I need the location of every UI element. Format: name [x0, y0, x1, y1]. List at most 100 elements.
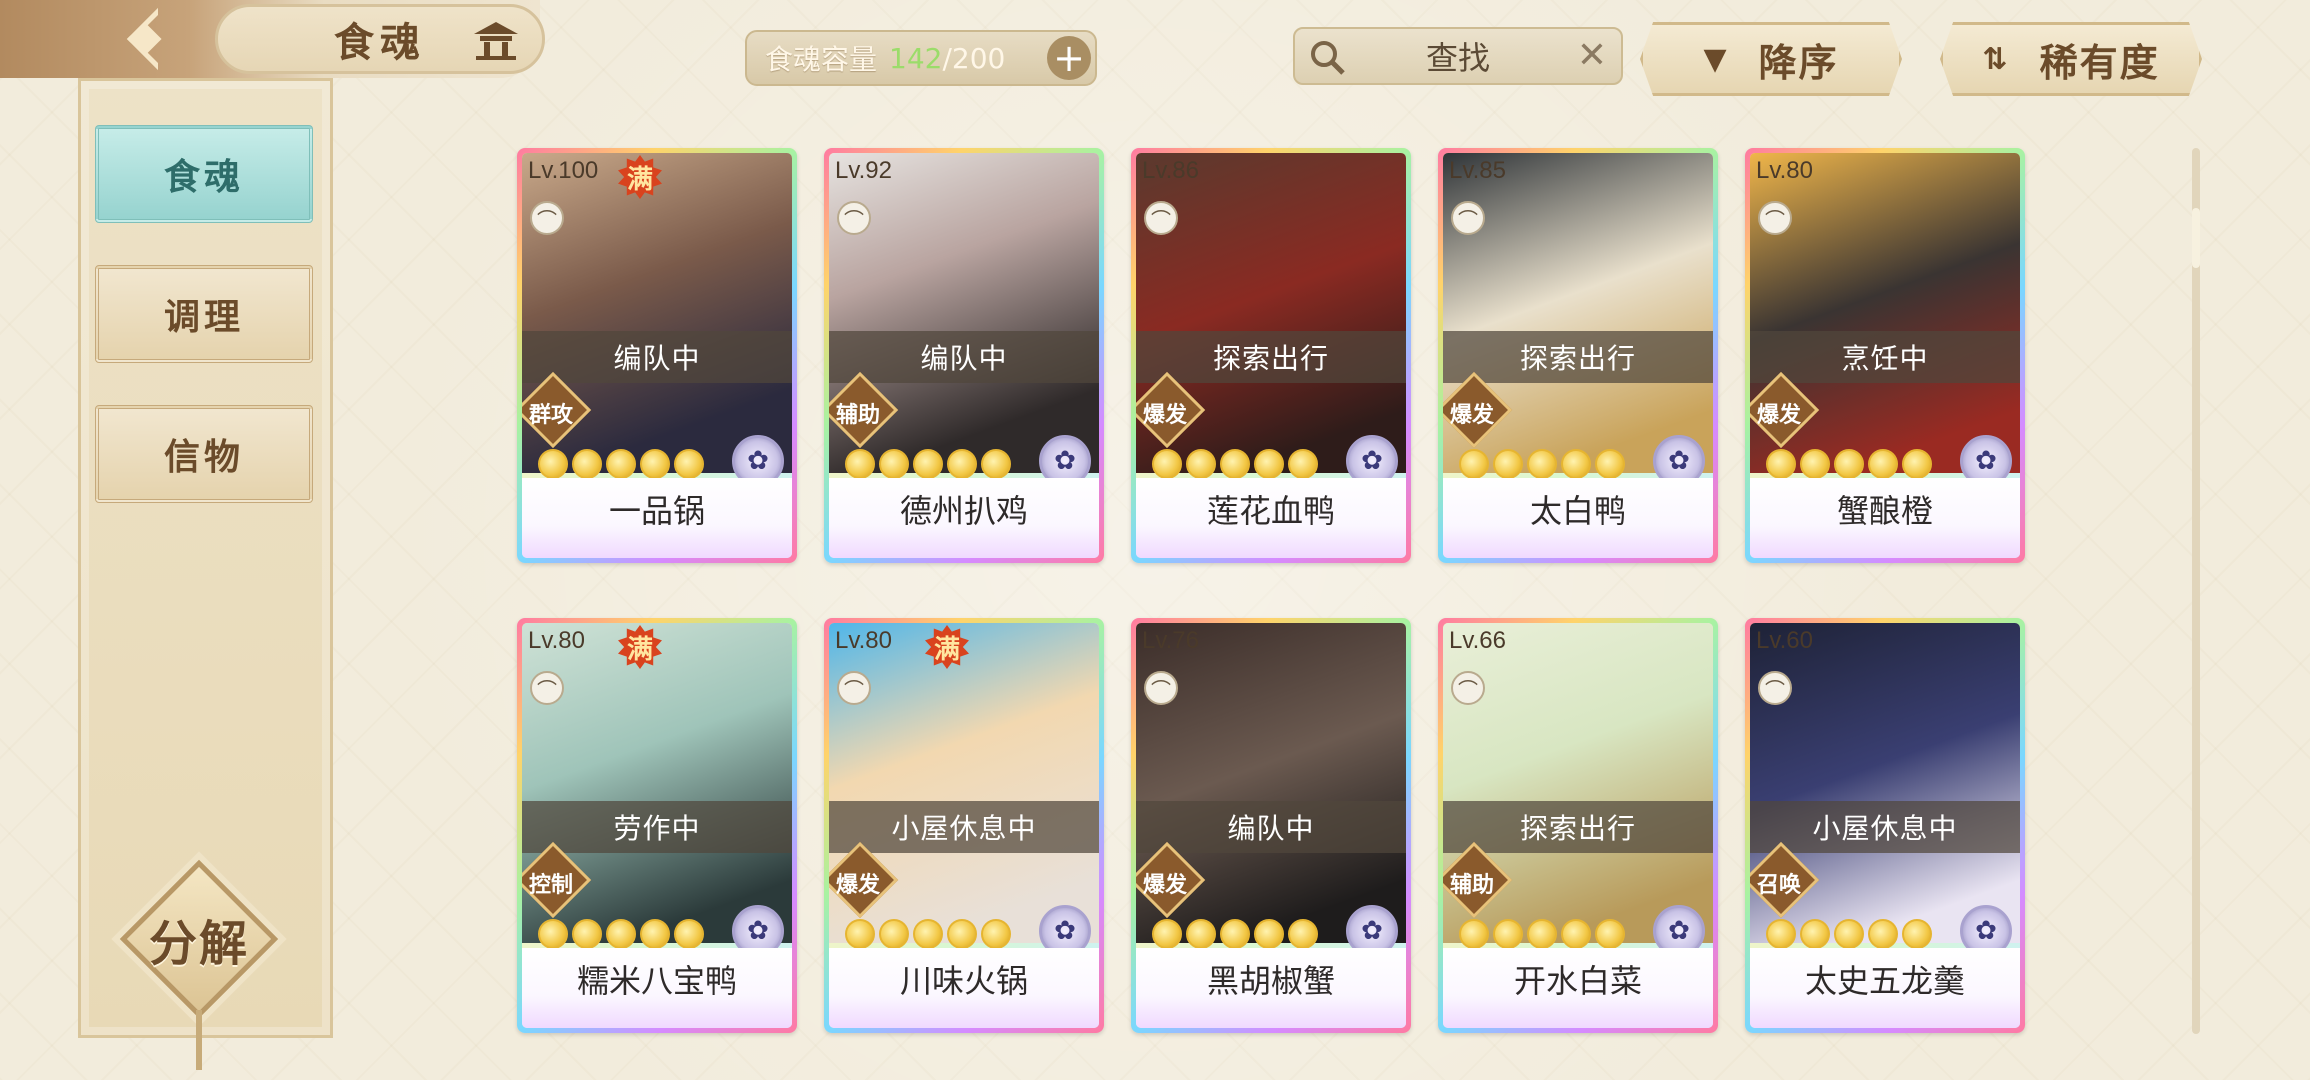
- role-label: 爆发: [1142, 403, 1187, 428]
- card-status: 劳作中: [522, 801, 792, 853]
- sort-field-label: 稀有度: [2039, 40, 2160, 85]
- capacity-separator: /: [942, 41, 952, 75]
- star-icon: [1186, 449, 1216, 479]
- capacity-label: 食魂容量: [765, 43, 878, 76]
- card-name: 糯米八宝鸭: [522, 948, 792, 1028]
- food-soul-card[interactable]: Lv.80 满 ⌒ 小屋休息中 爆发 ✿ 川味火锅: [824, 618, 1104, 1033]
- food-soul-card[interactable]: Lv.100 满 ⌒ 编队中 群攻 ✿ 一品锅: [517, 148, 797, 563]
- card-level: Lv.66: [1449, 627, 1506, 654]
- card-level: Lv.76: [1142, 627, 1199, 654]
- star-icon: [1595, 449, 1625, 479]
- card-level: Lv.85: [1449, 157, 1506, 184]
- star-icon: [640, 919, 670, 949]
- card-level: Lv.80: [835, 627, 892, 654]
- star-icon: [1834, 449, 1864, 479]
- card-level: Lv.100: [528, 157, 599, 184]
- card-level: Lv.80: [1756, 157, 1813, 184]
- scrollbar-thumb[interactable]: [2192, 208, 2200, 268]
- add-capacity-button[interactable]: +: [1047, 36, 1091, 80]
- star-rating: [538, 449, 704, 479]
- star-icon: [538, 449, 568, 479]
- card-status: 小屋休息中: [829, 801, 1099, 853]
- star-icon: [1527, 449, 1557, 479]
- food-soul-card[interactable]: Lv.92 ⌒ 编队中 辅助 ✿ 德州扒鸡: [824, 148, 1104, 563]
- tab-tokens[interactable]: 信物: [95, 405, 313, 503]
- leaf-icon: ⌒: [1758, 671, 1792, 705]
- back-button[interactable]: [105, 7, 195, 71]
- star-icon: [1220, 919, 1250, 949]
- star-icon: [879, 919, 909, 949]
- role-label: 辅助: [835, 403, 880, 428]
- leaf-icon: ⌒: [1144, 201, 1178, 235]
- star-icon: [1902, 449, 1932, 479]
- card-name: 一品锅: [522, 478, 792, 558]
- tab-conditioning[interactable]: 调理: [95, 265, 313, 363]
- card-body: Lv.80 满 ⌒ 劳作中 控制 ✿ 糯米八宝鸭: [522, 623, 792, 1028]
- star-rating: [1152, 449, 1318, 479]
- role-label: 辅助: [1449, 873, 1494, 898]
- search-input[interactable]: 查找 ✕: [1293, 27, 1623, 85]
- decompose-button[interactable]: 分解: [119, 859, 279, 1019]
- card-body: Lv.85 ⌒ 探索出行 爆发 ✿ 太白鸭: [1443, 153, 1713, 558]
- food-soul-card[interactable]: Lv.80 满 ⌒ 劳作中 控制 ✿ 糯米八宝鸭: [517, 618, 797, 1033]
- leaf-icon: ⌒: [1758, 201, 1792, 235]
- star-rating: [1766, 919, 1932, 949]
- star-icon: [572, 449, 602, 479]
- card-status: 烹饪中: [1750, 331, 2020, 383]
- card-level: Lv.60: [1756, 627, 1813, 654]
- star-icon: [1459, 919, 1489, 949]
- star-icon: [606, 449, 636, 479]
- role-label: 控制: [528, 873, 573, 898]
- card-name: 德州扒鸡: [829, 478, 1099, 558]
- role-label: 爆发: [835, 873, 880, 898]
- search-placeholder: 查找: [1425, 39, 1490, 77]
- star-icon: [1766, 449, 1796, 479]
- swap-icon: ⇅: [1982, 41, 2010, 77]
- capacity-current: 142: [889, 41, 943, 75]
- food-soul-card[interactable]: Lv.80 ⌒ 烹饪中 爆发 ✿ 蟹酿橙: [1745, 148, 2025, 563]
- capacity-max: 200: [951, 41, 1006, 75]
- star-icon: [981, 919, 1011, 949]
- star-icon: [947, 449, 977, 479]
- food-soul-card[interactable]: Lv.76 ⌒ 编队中 爆发 ✿ 黑胡椒蟹: [1131, 618, 1411, 1033]
- star-rating: [1152, 919, 1318, 949]
- sort-order-label: 降序: [1758, 40, 1839, 85]
- sort-field-button[interactable]: ⇅ 稀有度: [1940, 22, 2202, 96]
- star-icon: [913, 449, 943, 479]
- card-body: Lv.100 满 ⌒ 编队中 群攻 ✿ 一品锅: [522, 153, 792, 558]
- leaf-icon: ⌒: [1451, 671, 1485, 705]
- clear-icon[interactable]: ✕: [1577, 35, 1607, 76]
- card-name: 太史五龙羹: [1750, 948, 2020, 1028]
- sort-order-button[interactable]: ▼ 降序: [1640, 22, 1902, 96]
- food-soul-card[interactable]: Lv.86 ⌒ 探索出行 爆发 ✿ 莲花血鸭: [1131, 148, 1411, 563]
- leaf-icon: ⌒: [837, 671, 871, 705]
- star-icon: [1493, 919, 1523, 949]
- role-tag: 辅助: [829, 391, 889, 435]
- tab-food-souls[interactable]: 食魂: [95, 125, 313, 223]
- card-status: 探索出行: [1443, 331, 1713, 383]
- star-icon: [538, 919, 568, 949]
- role-label: 召唤: [1756, 873, 1801, 898]
- scrollbar[interactable]: [2192, 148, 2200, 1034]
- role-tag: 辅助: [1443, 861, 1503, 905]
- star-icon: [1868, 919, 1898, 949]
- card-body: Lv.66 ⌒ 探索出行 辅助 ✿ 开水白菜: [1443, 623, 1713, 1028]
- star-icon: [845, 919, 875, 949]
- food-soul-card[interactable]: Lv.66 ⌒ 探索出行 辅助 ✿ 开水白菜: [1438, 618, 1718, 1033]
- card-name: 开水白菜: [1443, 948, 1713, 1028]
- star-icon: [1800, 449, 1830, 479]
- star-icon: [1868, 449, 1898, 479]
- food-soul-card[interactable]: Lv.60 ⌒ 小屋休息中 召唤 ✿ 太史五龙羹: [1745, 618, 2025, 1033]
- star-icon: [1288, 919, 1318, 949]
- role-label: 爆发: [1142, 873, 1187, 898]
- card-status: 编队中: [1136, 801, 1406, 853]
- star-icon: [1902, 919, 1932, 949]
- card-body: Lv.80 ⌒ 烹饪中 爆发 ✿ 蟹酿橙: [1750, 153, 2020, 558]
- food-soul-card[interactable]: Lv.85 ⌒ 探索出行 爆发 ✿ 太白鸭: [1438, 148, 1718, 563]
- card-name: 黑胡椒蟹: [1136, 948, 1406, 1028]
- star-icon: [1493, 449, 1523, 479]
- card-name: 莲花血鸭: [1136, 478, 1406, 558]
- card-status: 探索出行: [1443, 801, 1713, 853]
- card-body: Lv.80 满 ⌒ 小屋休息中 爆发 ✿ 川味火锅: [829, 623, 1099, 1028]
- temple-icon[interactable]: [470, 18, 522, 62]
